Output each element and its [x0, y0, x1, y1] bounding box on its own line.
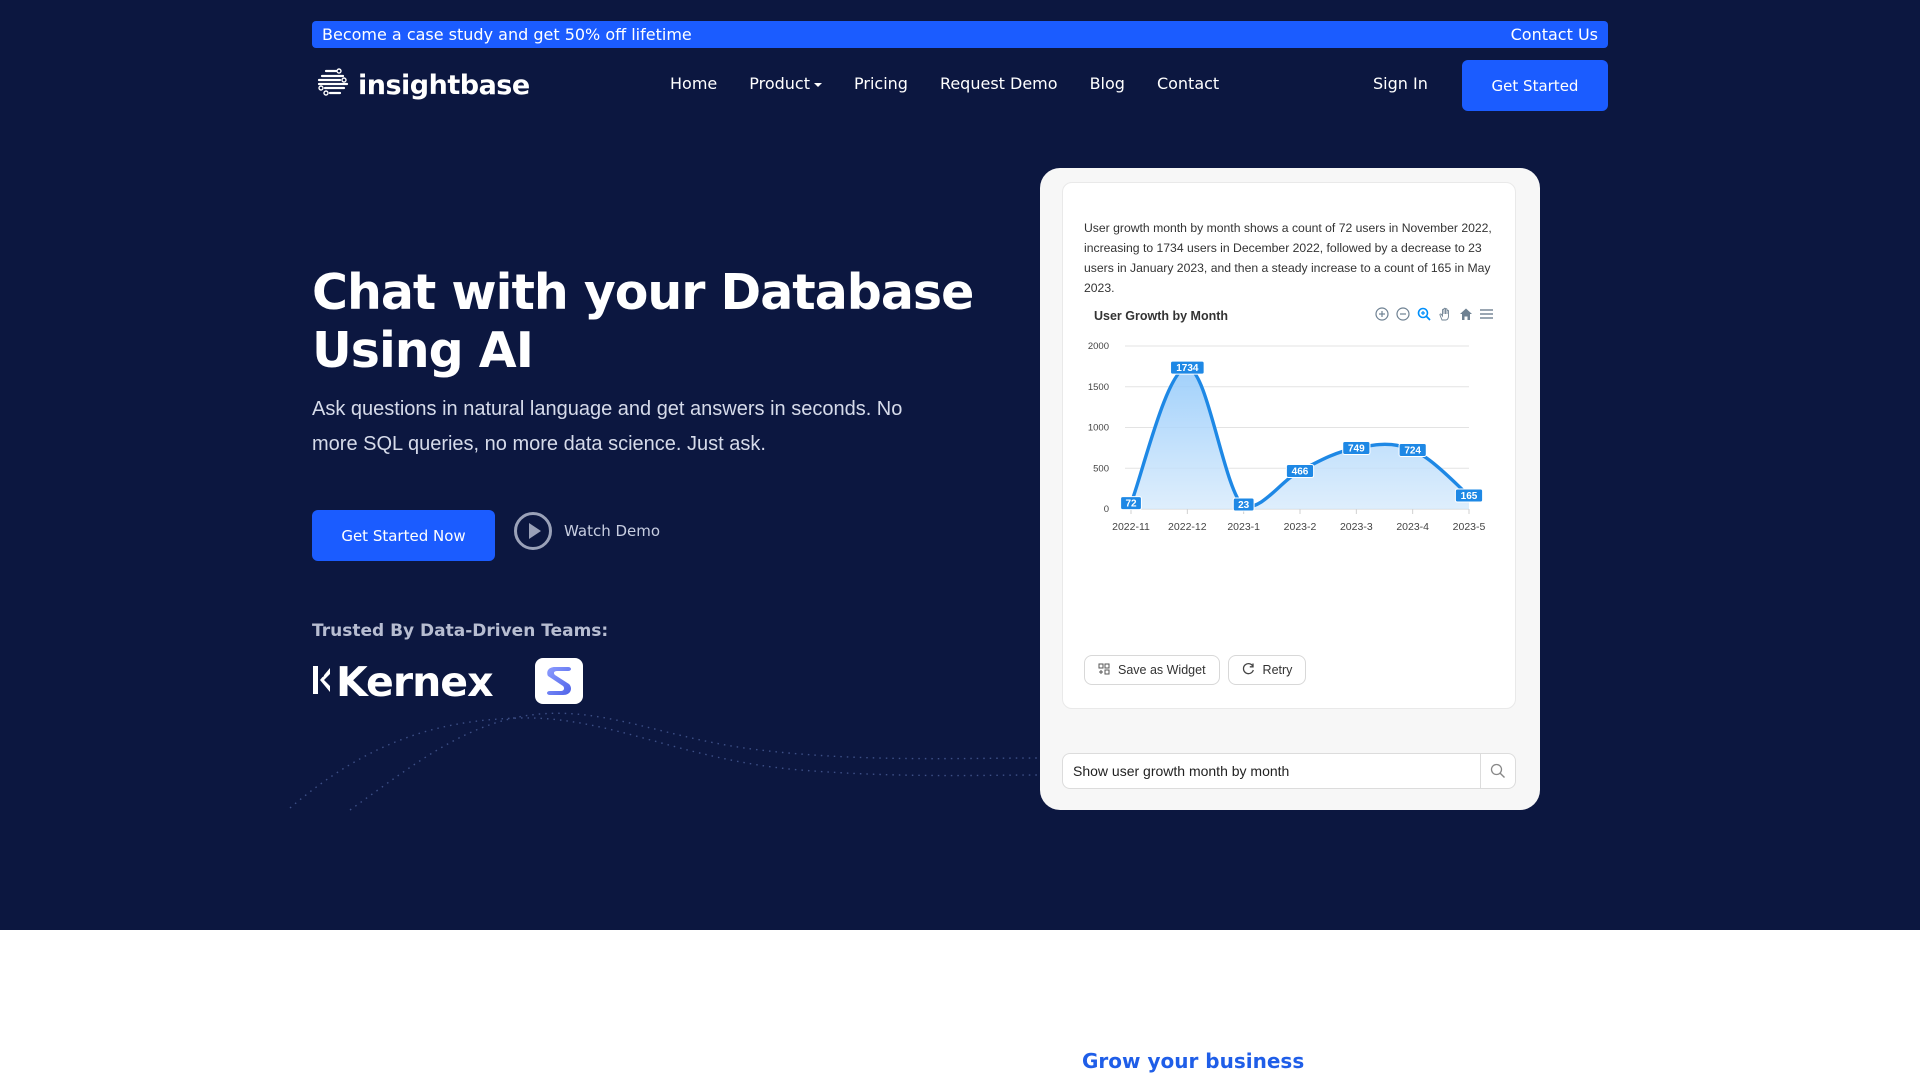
data-label-text: 724 — [1404, 445, 1421, 456]
hero-title-line2: Using AI — [312, 322, 534, 379]
y-tick-label: 0 — [1104, 504, 1109, 515]
save-as-widget-button[interactable]: Save as Widget — [1084, 655, 1220, 685]
data-label-text: 165 — [1461, 491, 1478, 502]
data-label: 165 — [1454, 488, 1484, 503]
kernex-mark-icon — [312, 658, 332, 706]
menu-icon[interactable] — [1478, 305, 1495, 322]
brand-name: insightbase — [358, 69, 530, 101]
chart-title: User Growth by Month — [1094, 309, 1229, 323]
reset-home-icon[interactable] — [1457, 305, 1474, 322]
search-icon — [1490, 763, 1505, 778]
nav-blog-label: Blog — [1089, 74, 1125, 93]
refresh-icon — [1242, 662, 1255, 678]
hero-section: Become a case study and get 50% off life… — [0, 0, 1920, 930]
nav-blog[interactable]: Blog — [1090, 74, 1125, 93]
watch-demo-label: Watch Demo — [564, 522, 661, 540]
brand-logo[interactable]: insightbase — [316, 66, 530, 104]
data-label-text: 23 — [1238, 500, 1250, 511]
data-label: 23 — [1232, 497, 1255, 512]
watch-demo-button[interactable]: Watch Demo — [514, 512, 660, 550]
nav-product-label: Product — [749, 74, 810, 93]
y-tick-label: 1500 — [1088, 382, 1109, 393]
nav-request-demo[interactable]: Request Demo — [940, 74, 1058, 93]
x-tick-label: 2023-4 — [1396, 521, 1429, 533]
hero-title: Chat with your Database Using AI — [312, 264, 992, 380]
selection-zoom-icon[interactable] — [1415, 305, 1432, 322]
sign-in-link[interactable]: Sign In — [1373, 74, 1428, 93]
x-tick-label: 2023-1 — [1227, 521, 1260, 533]
y-tick-label: 2000 — [1088, 341, 1109, 352]
main-nav: Home Product Pricing Request Demo Blog C… — [670, 74, 1219, 93]
promo-banner: Become a case study and get 50% off life… — [312, 21, 1608, 48]
hero-subtitle: Ask questions in natural language and ge… — [312, 398, 903, 455]
chat-demo-card: User growth month by month shows a count… — [1040, 168, 1540, 810]
data-label-text: 1734 — [1176, 363, 1199, 374]
data-label: 724 — [1398, 442, 1427, 457]
chart-toolbar — [1373, 305, 1495, 322]
nav-contact[interactable]: Contact — [1157, 74, 1219, 93]
answer-actions: Save as Widget Retry — [1084, 655, 1307, 685]
kernex-wordmark: Kernex — [336, 658, 494, 706]
data-label-text: 466 — [1292, 467, 1309, 478]
chat-query-input[interactable] — [1063, 754, 1480, 788]
nav-home[interactable]: Home — [670, 74, 717, 93]
zoom-in-icon[interactable] — [1373, 305, 1390, 322]
user-growth-chart: 0 500 1000 1500 2000 2022-11 2022-12 2023-1 202… — [1088, 341, 1486, 533]
promo-contact-link[interactable]: Contact Us — [1511, 25, 1598, 44]
data-label: 749 — [1342, 440, 1371, 455]
retry-label: Retry — [1262, 663, 1293, 677]
widget-add-icon — [1098, 663, 1110, 678]
circuit-sphere-icon — [316, 65, 350, 106]
s-logo-icon — [535, 658, 583, 704]
retry-button[interactable]: Retry — [1227, 655, 1307, 685]
play-circle-icon — [514, 512, 552, 550]
x-tick-label: 2022-12 — [1168, 521, 1207, 533]
nav-pricing-label: Pricing — [854, 74, 908, 93]
nav-home-label: Home — [670, 74, 718, 93]
chevron-down-icon — [814, 82, 822, 87]
x-tick-label: 2023-5 — [1453, 521, 1486, 533]
get-started-now-button[interactable]: Get Started Now — [312, 510, 495, 561]
search-button[interactable] — [1480, 754, 1515, 788]
x-tick-label: 2023-3 — [1340, 521, 1373, 533]
x-tick-label: 2022-11 — [1112, 521, 1150, 533]
chat-input-group — [1062, 753, 1516, 789]
grow-business-heading: Grow your business — [1082, 1049, 1305, 1073]
data-label: 1734 — [1170, 360, 1205, 375]
data-label: 466 — [1285, 464, 1315, 479]
y-tick-label: 1000 — [1088, 423, 1109, 434]
trusted-by-label: Trusted By Data-Driven Teams: — [312, 621, 609, 641]
nav-product[interactable]: Product — [749, 74, 822, 93]
data-label: 72 — [1120, 496, 1142, 511]
nav-pricing[interactable]: Pricing — [854, 74, 908, 93]
nav-request-demo-label: Request Demo — [939, 74, 1058, 93]
data-label-text: 72 — [1125, 499, 1137, 510]
nav-contact-label: Contact — [1156, 74, 1220, 93]
chart-area-fill — [1131, 367, 1469, 509]
save-as-widget-label: Save as Widget — [1118, 663, 1206, 677]
answer-text: User growth month by month shows a count… — [1084, 221, 1492, 295]
get-started-button[interactable]: Get Started — [1462, 60, 1608, 111]
y-tick-label: 500 — [1093, 463, 1109, 474]
promo-message: Become a case study and get 50% off life… — [322, 25, 692, 44]
hero-title-line1: Chat with your Database — [312, 264, 974, 321]
decorative-dotted-waves — [289, 712, 1040, 811]
data-label-text: 749 — [1348, 443, 1365, 454]
x-tick-label: 2023-2 — [1284, 521, 1317, 533]
answer-card: User growth month by month shows a count… — [1062, 182, 1516, 709]
pan-icon[interactable] — [1436, 305, 1453, 322]
zoom-out-icon[interactable] — [1394, 305, 1411, 322]
